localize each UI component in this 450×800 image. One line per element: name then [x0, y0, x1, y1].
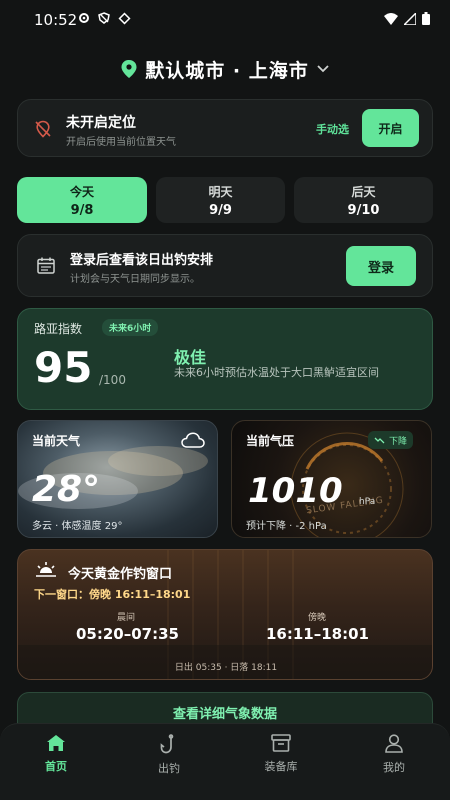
pressure-label: 当前气压: [246, 434, 295, 448]
login-card: 登录后查看该日出钓安排 计划会与天气日期同步显示。 登录: [17, 234, 433, 297]
login-button[interactable]: 登录: [346, 246, 416, 286]
chevron-down-icon: [317, 65, 329, 73]
tab-today[interactable]: 今天 9/8: [17, 177, 147, 223]
nav-label: 出钓: [158, 762, 180, 775]
lure-index-card[interactable]: 路亚指数 未来6小时 95 /100 极佳 未来6小时预估水温处于大口黑鲈适宜区…: [17, 308, 433, 410]
battery-icon: [422, 12, 430, 25]
evening-label: 傍晚: [308, 613, 327, 623]
diamond-icon: [118, 12, 131, 25]
lure-index-badge: 未来6小时: [102, 319, 159, 336]
status-bar: 10:52: [0, 0, 450, 40]
calendar-icon: [37, 257, 55, 274]
pressure-unit: hPa: [359, 497, 376, 507]
nav-item-profile[interactable]: 我的: [354, 734, 434, 775]
shield-icon: [98, 12, 110, 24]
golden-window-title: 今天黄金作钓窗口: [68, 567, 173, 582]
tab-day-date: 9/10: [347, 202, 380, 218]
tab-day-label: 今天: [69, 184, 94, 199]
weather-description: 多云 · 体感温度 29°: [32, 521, 123, 532]
location-subtitle: 开启后使用当前位置天气: [66, 137, 176, 148]
wifi-icon: [384, 12, 398, 25]
current-pressure-card[interactable]: 当前气压 下降 SLOW FALLING 1010 hPa 预计下降 · -2 …: [231, 420, 432, 538]
fishhook-icon: [160, 734, 174, 754]
manual-select-link[interactable]: 手动选: [316, 121, 349, 137]
tab-day-label: 后天: [351, 184, 376, 199]
tab-day-label: 明天: [208, 184, 233, 199]
location-title: 未开启定位: [66, 115, 136, 131]
nav-label: 我的: [383, 761, 405, 774]
tab-tomorrow[interactable]: 明天 9/9: [156, 177, 285, 223]
city-name: 默认城市 · 上海市: [145, 59, 309, 82]
cloud-icon: [181, 432, 205, 448]
pressure-trend-badge: 下降: [368, 431, 414, 449]
lure-index-score: 95: [34, 343, 93, 392]
trend-down-icon: [374, 437, 385, 444]
current-weather-card[interactable]: 当前天气 28° 多云 · 体感温度 29°: [17, 420, 218, 538]
status-left-icons: [78, 12, 131, 25]
location-off-icon: [35, 120, 51, 138]
morning-label: 晨间: [117, 613, 136, 623]
bottom-navigation: 首页 出钓 装备库 我的: [0, 723, 450, 800]
tab-day-date: 9/8: [70, 202, 94, 218]
sunrise-sunset-text: 日出 05:35 · 日落 18:11: [174, 663, 278, 673]
tab-day-date: 9/9: [209, 202, 232, 218]
city-selector[interactable]: 默认城市 · 上海市: [0, 52, 450, 86]
home-icon: [47, 735, 65, 751]
evening-time: 16:11–18:01: [266, 625, 369, 643]
pressure-value: 1010: [248, 471, 343, 511]
enable-location-button[interactable]: 开启: [362, 109, 419, 147]
lure-index-description: 未来6小时预估水温处于大口黑鲈适宜区间: [174, 366, 379, 379]
login-subtitle: 计划会与天气日期同步显示。: [70, 274, 200, 285]
weather-label: 当前天气: [32, 434, 81, 448]
location-card: 未开启定位 开启后使用当前位置天气 手动选 开启: [17, 99, 433, 157]
user-icon: [385, 734, 403, 753]
status-right-icons: [384, 12, 430, 25]
location-pin-icon: [121, 60, 137, 78]
nav-item-gear[interactable]: 装备库: [241, 734, 321, 774]
golden-next-window: 下一窗口：傍晚 16:11–18:01: [34, 588, 191, 601]
sunrise-icon: [36, 562, 56, 577]
login-title: 登录后查看该日出钓安排: [70, 253, 214, 268]
tab-day-after[interactable]: 后天 9/10: [294, 177, 433, 223]
pressure-trend-text: 下降: [389, 436, 408, 447]
nav-label: 首页: [45, 760, 67, 773]
lure-index-max: /100: [99, 373, 126, 387]
box-icon: [271, 734, 291, 752]
lure-index-title: 路亚指数: [34, 322, 83, 336]
nav-item-home[interactable]: 首页: [16, 734, 96, 774]
pressure-forecast: 预计下降 · -2 hPa: [246, 521, 327, 532]
signal-icon: [404, 12, 416, 25]
status-time: 10:52: [34, 11, 78, 29]
nav-item-fishing[interactable]: 出钓: [129, 734, 209, 776]
weather-temperature: 28°: [32, 469, 101, 510]
morning-time: 05:20–07:35: [76, 625, 179, 643]
settings-icon: [79, 13, 89, 23]
nav-label: 装备库: [264, 760, 298, 773]
golden-window-card[interactable]: 今天黄金作钓窗口 下一窗口：傍晚 16:11–18:01 晨间 05:20–07…: [17, 549, 433, 680]
